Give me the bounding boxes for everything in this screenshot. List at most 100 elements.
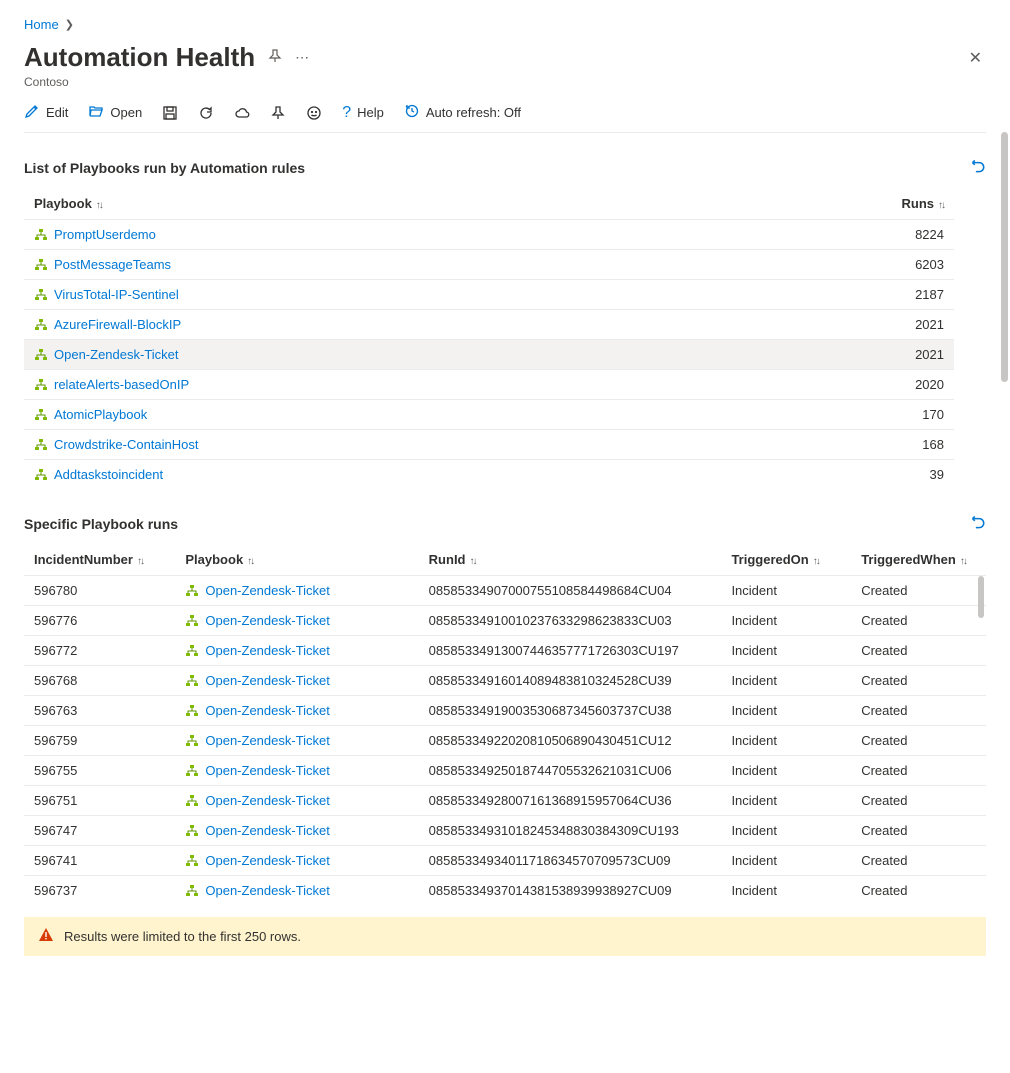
undo-icon[interactable] <box>968 157 986 178</box>
triggeredon-cell: Incident <box>721 756 851 786</box>
logicapp-icon <box>185 734 199 748</box>
triggeredwhen-cell: Created <box>851 726 986 756</box>
playbook-link[interactable]: Open-Zendesk-Ticket <box>175 816 418 846</box>
table-row[interactable]: 596737Open-Zendesk-Ticket085853349370143… <box>24 876 986 906</box>
playbook-link[interactable]: PostMessageTeams <box>24 250 741 280</box>
col-triggeredon[interactable]: TriggeredOn↑↓ <box>721 544 851 576</box>
triggeredwhen-cell: Created <box>851 876 986 906</box>
incidentnumber-cell: 596747 <box>24 816 175 846</box>
playbook-link[interactable]: Open-Zendesk-Ticket <box>175 726 418 756</box>
breadcrumb-home[interactable]: Home <box>24 17 59 32</box>
col-incidentnumber[interactable]: IncidentNumber↑↓ <box>24 544 175 576</box>
col-triggeredwhen[interactable]: TriggeredWhen↑↓ <box>851 544 986 576</box>
incidentnumber-cell: 596759 <box>24 726 175 756</box>
pin-icon[interactable] <box>267 48 283 67</box>
clock-refresh-icon <box>404 103 420 122</box>
table-row[interactable]: relateAlerts-basedOnIP2020 <box>24 370 954 400</box>
playbook-link[interactable]: AzureFirewall-BlockIP <box>24 310 741 340</box>
table-row[interactable]: 596755Open-Zendesk-Ticket085853349250187… <box>24 756 986 786</box>
save-button[interactable] <box>162 105 178 121</box>
playbook-link[interactable]: Open-Zendesk-Ticket <box>175 666 418 696</box>
table-row[interactable]: 596776Open-Zendesk-Ticket085853349100102… <box>24 606 986 636</box>
page-scrollbar[interactable] <box>998 128 1010 1073</box>
col-playbook[interactable]: Playbook↑↓ <box>24 188 741 220</box>
playbook-link[interactable]: Open-Zendesk-Ticket <box>175 846 418 876</box>
table-row[interactable]: Addtaskstoincident39 <box>24 460 954 490</box>
playbook-link[interactable]: Open-Zendesk-Ticket <box>175 696 418 726</box>
logicapp-icon <box>185 674 199 688</box>
page-subtitle: Contoso <box>24 75 986 89</box>
col-runs[interactable]: Runs↑↓ <box>741 188 954 220</box>
incidentnumber-cell: 596737 <box>24 876 175 906</box>
pencil-icon <box>24 103 40 122</box>
table-row[interactable]: 596751Open-Zendesk-Ticket085853349280071… <box>24 786 986 816</box>
runs-value: 168 <box>741 430 954 460</box>
logicapp-icon <box>185 704 199 718</box>
logicapp-icon <box>34 228 48 242</box>
col-runid[interactable]: RunId↑↓ <box>419 544 722 576</box>
triggeredon-cell: Incident <box>721 816 851 846</box>
col-playbook[interactable]: Playbook↑↓ <box>175 544 418 576</box>
logicapp-icon <box>185 794 199 808</box>
runs-value: 8224 <box>741 220 954 250</box>
playbooks-section: List of Playbooks run by Automation rule… <box>24 157 986 489</box>
runs-value: 2021 <box>741 340 954 370</box>
cloud-button[interactable] <box>234 105 250 121</box>
table-row[interactable]: AtomicPlaybook170 <box>24 400 954 430</box>
runs-value: 6203 <box>741 250 954 280</box>
incidentnumber-cell: 596741 <box>24 846 175 876</box>
runid-cell: 08585334910010237633298623833CU03 <box>419 606 722 636</box>
runid-cell: 08585334937014381538939938927CU09 <box>419 876 722 906</box>
pin-toolbar-button[interactable] <box>270 105 286 121</box>
runs-section: Specific Playbook runs IncidentNumber↑↓ … <box>24 513 986 956</box>
runs-scrollbar[interactable] <box>976 574 986 905</box>
table-row[interactable]: 596759Open-Zendesk-Ticket085853349220208… <box>24 726 986 756</box>
playbook-link[interactable]: Open-Zendesk-Ticket <box>175 606 418 636</box>
playbook-link[interactable]: relateAlerts-basedOnIP <box>24 370 741 400</box>
runid-cell: 08585334922020810506890430451CU12 <box>419 726 722 756</box>
logicapp-icon <box>34 258 48 272</box>
playbook-link[interactable]: Open-Zendesk-Ticket <box>175 876 418 906</box>
feedback-button[interactable] <box>306 105 322 121</box>
help-button[interactable]: ? Help <box>342 104 384 122</box>
logicapp-icon <box>185 644 199 658</box>
logicapp-icon <box>34 408 48 422</box>
playbook-link[interactable]: Open-Zendesk-Ticket <box>175 786 418 816</box>
triggeredwhen-cell: Created <box>851 636 986 666</box>
table-row[interactable]: 596772Open-Zendesk-Ticket085853349130074… <box>24 636 986 666</box>
undo-icon[interactable] <box>968 513 986 534</box>
table-row[interactable]: Open-Zendesk-Ticket2021 <box>24 340 954 370</box>
table-row[interactable]: PromptUserdemo8224 <box>24 220 954 250</box>
incidentnumber-cell: 596780 <box>24 576 175 606</box>
playbook-link[interactable]: Open-Zendesk-Ticket <box>175 756 418 786</box>
logicapp-icon <box>34 288 48 302</box>
playbook-link[interactable]: VirusTotal-IP-Sentinel <box>24 280 741 310</box>
playbook-link[interactable]: Open-Zendesk-Ticket <box>175 576 418 606</box>
warning-bar: Results were limited to the first 250 ro… <box>24 917 986 956</box>
playbook-link[interactable]: Crowdstrike-ContainHost <box>24 430 741 460</box>
playbook-link[interactable]: Open-Zendesk-Ticket <box>175 636 418 666</box>
table-row[interactable]: PostMessageTeams6203 <box>24 250 954 280</box>
table-row[interactable]: 596741Open-Zendesk-Ticket085853349340117… <box>24 846 986 876</box>
table-row[interactable]: Crowdstrike-ContainHost168 <box>24 430 954 460</box>
playbook-link[interactable]: AtomicPlaybook <box>24 400 741 430</box>
triggeredwhen-cell: Created <box>851 756 986 786</box>
runid-cell: 08585334907000755108584498684CU04 <box>419 576 722 606</box>
table-row[interactable]: 596780Open-Zendesk-Ticket085853349070007… <box>24 576 986 606</box>
refresh-button[interactable] <box>198 105 214 121</box>
close-icon[interactable]: ✕ <box>969 48 982 68</box>
open-button[interactable]: Open <box>88 103 142 122</box>
page-title: Automation Health <box>24 42 255 73</box>
more-icon[interactable]: ⋯ <box>295 49 309 66</box>
table-row[interactable]: VirusTotal-IP-Sentinel2187 <box>24 280 954 310</box>
autorefresh-button[interactable]: Auto refresh: Off <box>404 103 521 122</box>
playbook-link[interactable]: Open-Zendesk-Ticket <box>24 340 741 370</box>
table-row[interactable]: AzureFirewall-BlockIP2021 <box>24 310 954 340</box>
edit-button[interactable]: Edit <box>24 103 68 122</box>
playbook-link[interactable]: Addtaskstoincident <box>24 460 741 490</box>
playbook-link[interactable]: PromptUserdemo <box>24 220 741 250</box>
table-row[interactable]: 596747Open-Zendesk-Ticket085853349310182… <box>24 816 986 846</box>
logicapp-icon <box>34 438 48 452</box>
table-row[interactable]: 596763Open-Zendesk-Ticket085853349190035… <box>24 696 986 726</box>
table-row[interactable]: 596768Open-Zendesk-Ticket085853349160140… <box>24 666 986 696</box>
